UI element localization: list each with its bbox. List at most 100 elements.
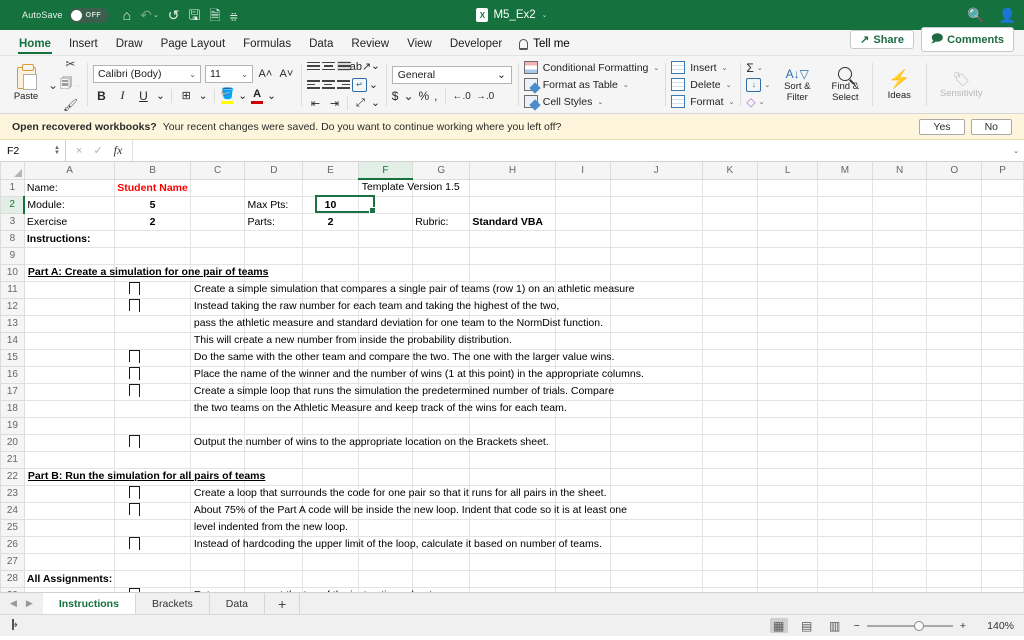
tab-draw[interactable]: Draw (107, 35, 152, 55)
cell-H10[interactable] (470, 264, 555, 281)
sheet-tab-brackets[interactable]: Brackets (136, 593, 210, 614)
cell-C23[interactable]: Create a loop that surrounds the code fo… (190, 485, 245, 502)
cell-B28[interactable] (115, 570, 191, 587)
cell-N20[interactable] (872, 434, 927, 451)
home-icon[interactable]: ⌂ (123, 8, 131, 22)
cell-N2[interactable] (872, 196, 927, 213)
underline-dropdown-icon[interactable]: ⌄ (156, 90, 165, 102)
cell-B21[interactable] (115, 451, 191, 468)
tell-me-search[interactable]: Tell me (511, 35, 577, 55)
undo-icon[interactable]: ↶⌄ (140, 8, 159, 22)
cell-N12[interactable] (872, 298, 927, 315)
autosum-icon[interactable]: Σ (746, 61, 753, 75)
cell-N27[interactable] (872, 553, 927, 570)
cell-G2[interactable] (413, 196, 470, 213)
cell-H19[interactable] (470, 417, 555, 434)
cell-N18[interactable] (872, 400, 927, 417)
cell-F9[interactable] (358, 247, 413, 264)
row-header-26[interactable]: 26 (1, 536, 25, 553)
cell-N24[interactable] (872, 502, 927, 519)
row-header-21[interactable]: 21 (1, 451, 25, 468)
cell-G22[interactable] (413, 468, 470, 485)
column-header-j[interactable]: J (610, 162, 702, 179)
cell-E22[interactable] (303, 468, 358, 485)
cell-L3[interactable] (758, 213, 818, 230)
row-header-12[interactable]: 12 (1, 298, 25, 315)
cell-D3[interactable]: Parts: (245, 213, 303, 230)
delete-cells-button[interactable]: Delete ⌄ (671, 78, 734, 91)
checkbox-icon[interactable] (129, 282, 140, 294)
cell-J8[interactable] (610, 230, 702, 247)
cell-D19[interactable] (245, 417, 303, 434)
cell-I21[interactable] (555, 451, 610, 468)
cell-O14[interactable] (927, 332, 982, 349)
cell-K8[interactable] (702, 230, 757, 247)
merge-center-icon[interactable]: ⤢ (352, 95, 369, 112)
cell-B26[interactable] (115, 536, 191, 553)
account-avatar-icon[interactable]: 👤 (999, 8, 1016, 22)
cell-G27[interactable] (413, 553, 470, 570)
cell-L24[interactable] (758, 502, 818, 519)
cell-I9[interactable] (555, 247, 610, 264)
column-header-g[interactable]: G (413, 162, 470, 179)
cell-G10[interactable] (413, 264, 470, 281)
cell-O15[interactable] (927, 349, 982, 366)
yes-button[interactable]: Yes (919, 119, 964, 135)
insert-cells-button[interactable]: Insert ⌄ (671, 61, 734, 74)
cut-scissors-icon[interactable]: ✂ (65, 57, 75, 71)
share-button[interactable]: ↗ Share (850, 30, 914, 49)
cell-H9[interactable] (470, 247, 555, 264)
cell-K23[interactable] (702, 485, 757, 502)
orientation-dropdown-icon[interactable]: ⌄ (371, 60, 380, 72)
cell-N13[interactable] (872, 315, 927, 332)
cell-G28[interactable] (413, 570, 470, 587)
cell-L11[interactable] (758, 281, 818, 298)
row-header-9[interactable]: 9 (1, 247, 25, 264)
cell-H29[interactable] (470, 587, 555, 592)
cell-M17[interactable] (818, 383, 873, 400)
cell-M18[interactable] (818, 400, 873, 417)
cell-N19[interactable] (872, 417, 927, 434)
cell-L17[interactable] (758, 383, 818, 400)
cell-L2[interactable] (758, 196, 818, 213)
cell-O18[interactable] (927, 400, 982, 417)
cell-O24[interactable] (927, 502, 982, 519)
cell-J18[interactable] (610, 400, 702, 417)
cell-N14[interactable] (872, 332, 927, 349)
cell-G21[interactable] (413, 451, 470, 468)
column-header-p[interactable]: P (982, 162, 1024, 179)
cell-P16[interactable] (982, 366, 1024, 383)
sort-and-filter-button[interactable]: A↓▽ Sort & Filter (776, 67, 818, 103)
cell-K9[interactable] (702, 247, 757, 264)
cell-G25[interactable] (413, 519, 470, 536)
cell-H25[interactable] (470, 519, 555, 536)
cell-O19[interactable] (927, 417, 982, 434)
orientation-icon[interactable]: ab↗ (352, 58, 369, 75)
cell-M1[interactable] (818, 179, 873, 196)
cell-E27[interactable] (303, 553, 358, 570)
cell-M20[interactable] (818, 434, 873, 451)
add-sheet-button[interactable]: + (265, 593, 300, 614)
cell-M11[interactable] (818, 281, 873, 298)
cell-C14[interactable]: This will create a new number from insid… (190, 332, 245, 349)
cell-N28[interactable] (872, 570, 927, 587)
cell-C15[interactable]: Do the same with the other team and comp… (190, 349, 245, 366)
cell-C20[interactable]: Output the number of wins to the appropr… (190, 434, 245, 451)
no-button[interactable]: No (971, 119, 1012, 135)
cell-I2[interactable] (555, 196, 610, 213)
cell-N29[interactable] (872, 587, 927, 592)
cell-D9[interactable] (245, 247, 303, 264)
cell-B16[interactable] (115, 366, 191, 383)
cell-C2[interactable] (190, 196, 245, 213)
italic-button[interactable]: I (114, 87, 131, 104)
cell-P22[interactable] (982, 468, 1024, 485)
search-icon[interactable]: 🔍 (967, 8, 984, 22)
cell-M12[interactable] (818, 298, 873, 315)
cell-J21[interactable] (610, 451, 702, 468)
name-box-spinner-icon[interactable]: ▲▼ (54, 146, 60, 156)
column-header-i[interactable]: I (555, 162, 610, 179)
cell-O27[interactable] (927, 553, 982, 570)
cell-A14[interactable] (24, 332, 114, 349)
cell-I25[interactable] (555, 519, 610, 536)
cell-A20[interactable] (24, 434, 114, 451)
